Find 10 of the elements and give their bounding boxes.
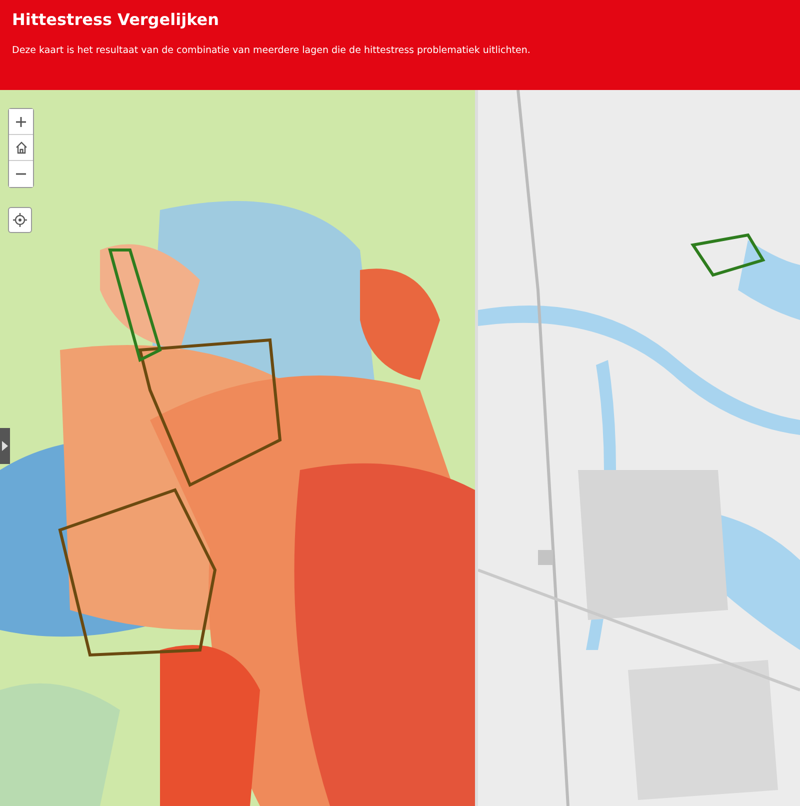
locate-icon	[13, 213, 27, 227]
zoom-in-icon	[15, 116, 27, 128]
locate-button[interactable]	[8, 207, 32, 233]
chevron-right-icon	[2, 441, 8, 451]
app-title: Hittestress Vergelijken	[12, 10, 220, 29]
panel-toggle-button[interactable]	[0, 428, 10, 464]
zoom-in-button[interactable]	[9, 109, 33, 135]
app-description: Deze kaart is het resultaat van de combinatie van meerdere lagen die de hittestress problematiek uitlichten.	[12, 45, 532, 56]
swipe-handle[interactable]	[475, 90, 478, 806]
home-icon	[14, 141, 28, 154]
